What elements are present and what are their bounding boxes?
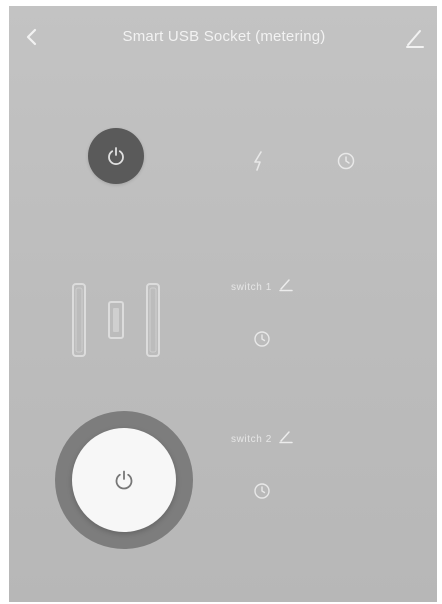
timer-button[interactable] (329, 144, 363, 178)
clock-icon (254, 331, 270, 347)
pencil-icon (279, 279, 293, 292)
top-bar: Smart USB Socket (metering) (9, 6, 437, 66)
switch-1-timer-button[interactable] (245, 322, 279, 356)
edit-device-button[interactable] (401, 24, 429, 52)
lightning-icon (254, 151, 262, 171)
switch-2-label: switch 2 (231, 434, 272, 445)
app-screen: Smart USB Socket (metering) switch 1 swi… (9, 6, 437, 602)
switch-2-label-row: switch 2 (231, 430, 294, 449)
chevron-left-icon (26, 28, 37, 46)
switch-2-rename-button[interactable] (278, 430, 294, 449)
switch-1-rename-button[interactable] (278, 278, 294, 297)
switch-2-timer-button[interactable] (245, 474, 279, 508)
power-icon (115, 470, 133, 490)
pencil-icon (279, 431, 293, 444)
clock-icon (254, 483, 270, 499)
clock-icon (337, 152, 355, 170)
switch-2-power-face (72, 428, 176, 532)
usb-socket-graphic (69, 278, 169, 360)
switch-1-label: switch 1 (231, 282, 272, 293)
switch-2-power-button[interactable] (55, 411, 193, 549)
master-power-button[interactable] (88, 128, 144, 184)
electricity-button[interactable] (242, 144, 276, 178)
pencil-icon (406, 30, 424, 48)
switch-1-label-row: switch 1 (231, 278, 294, 297)
power-icon (108, 147, 124, 165)
page-title: Smart USB Socket (metering) (122, 28, 326, 45)
back-button[interactable] (17, 22, 47, 52)
